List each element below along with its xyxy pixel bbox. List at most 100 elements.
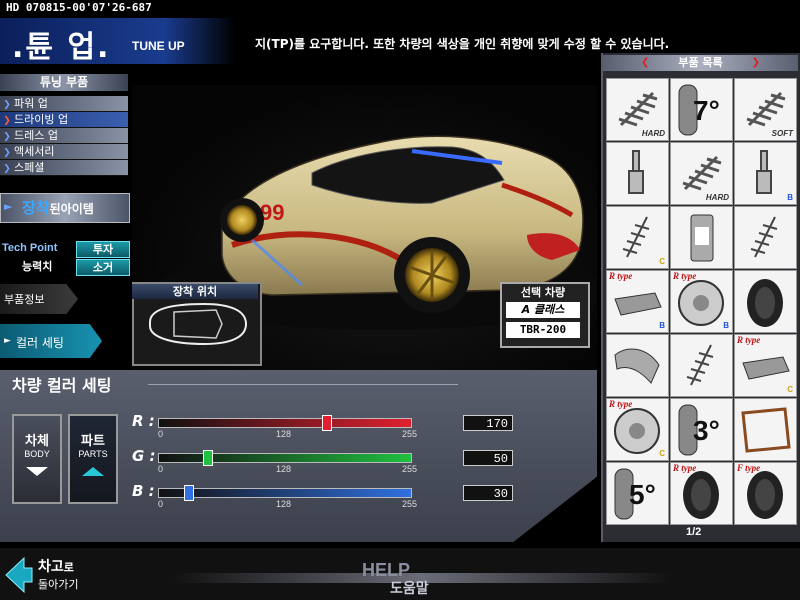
part-cell[interactable]: SOFT <box>734 78 797 141</box>
help-label: 도움말 <box>390 581 429 597</box>
channel-label: G : <box>132 447 156 465</box>
slider-tick-label: 255 <box>402 499 418 509</box>
coilover-icon <box>735 207 796 268</box>
part-cell[interactable] <box>734 270 797 333</box>
menu-item[interactable]: ❯ 파워 업 <box>0 96 128 112</box>
gasket-icon <box>735 399 796 460</box>
car-class: A 클래스 <box>506 302 580 318</box>
part-cell[interactable]: 5° <box>606 462 669 525</box>
brake-caliper-icon <box>607 335 668 396</box>
part-angle-label: 5° <box>629 479 656 510</box>
color-slider-track[interactable] <box>158 453 412 463</box>
car-model: TBR-200 <box>506 322 580 338</box>
slider-tick-label: 0 <box>158 429 164 439</box>
page-subtitle: TUNE UP <box>132 39 185 53</box>
part-cell[interactable]: C <box>606 206 669 269</box>
menu-item[interactable]: ❯ 스페셜 <box>0 160 128 176</box>
tech-ability-label: 능력치 <box>22 260 53 273</box>
back-arrow-icon[interactable] <box>4 556 34 598</box>
color-setting-title: 차량 컬러 세팅 <box>12 376 112 395</box>
brake-fluid-icon <box>671 207 732 268</box>
part-cell[interactable]: R type <box>670 462 733 525</box>
equipped-items-label: 장착된아이템 <box>22 197 94 218</box>
part-class-badge: B <box>723 321 729 330</box>
part-cell[interactable]: F type <box>734 462 797 525</box>
tech-point-label: Tech Point <box>2 242 58 254</box>
back-to-garage-label[interactable]: 차고로 <box>38 556 74 576</box>
menu-item[interactable]: ❯ 드라이빙 업 <box>0 112 128 128</box>
color-slider-handle[interactable] <box>183 485 194 501</box>
shock-absorber-icon <box>607 143 668 204</box>
part-type-label: R type <box>673 463 697 473</box>
part-cell[interactable] <box>606 334 669 397</box>
color-value-field[interactable]: 50 <box>463 450 513 466</box>
part-cell[interactable]: HARD <box>606 78 669 141</box>
part-cell[interactable]: R type C <box>606 398 669 461</box>
color-slider-track[interactable] <box>158 418 412 428</box>
menu-item-label: 파워 업 <box>14 97 48 110</box>
page-indicator: 1/2 <box>686 526 702 538</box>
part-cell[interactable]: R type C <box>734 334 797 397</box>
triangle-down-icon <box>26 467 48 476</box>
part-cell[interactable]: B <box>734 142 797 205</box>
part-cell[interactable] <box>734 398 797 461</box>
part-type-label: R type <box>609 399 633 409</box>
parts-grid: HARD 7° SOFT HARD B C R type B R type B R type C R t… <box>606 78 798 528</box>
menu-item-label: 액세서리 <box>14 145 55 158</box>
part-cell[interactable] <box>734 206 797 269</box>
divider <box>148 384 458 385</box>
next-page-icon[interactable]: ❯ <box>752 55 760 71</box>
chevron-right-icon: ► <box>4 200 13 213</box>
part-cell[interactable] <box>670 206 733 269</box>
parts-label: 파트 <box>81 434 105 449</box>
color-setting-label: 컬러 세팅 <box>16 336 64 350</box>
color-slider-handle[interactable] <box>322 415 332 431</box>
selected-car-title: 선택 차량 <box>520 286 566 299</box>
color-slider-handle[interactable] <box>203 450 214 466</box>
slider-tick-label: 0 <box>158 464 164 474</box>
prev-page-icon[interactable]: ❮ <box>641 55 649 71</box>
channel-label: B : <box>132 482 155 500</box>
part-class-badge: B <box>659 321 665 330</box>
tire-icon <box>735 271 796 332</box>
slider-tick-label: 128 <box>276 429 292 439</box>
equipped-sub: 된아이템 <box>49 202 94 216</box>
part-angle-label: 3° <box>693 415 720 446</box>
menu-item[interactable]: ❯ 드레스 업 <box>0 128 128 144</box>
color-slider-track[interactable] <box>158 488 412 498</box>
slider-tick-label: 255 <box>402 429 418 439</box>
invest-button[interactable]: 투자 <box>76 241 130 258</box>
menu-title: 튜닝 부품 <box>0 74 128 91</box>
part-type-label: R type <box>737 335 761 345</box>
part-cell[interactable] <box>606 142 669 205</box>
part-cell[interactable] <box>670 334 733 397</box>
part-cell[interactable]: R type B <box>606 270 669 333</box>
coilover-icon <box>671 335 732 396</box>
parts-toggle-button[interactable]: 파트 PARTS <box>68 414 118 504</box>
part-class-badge: C <box>787 385 793 394</box>
part-cell[interactable]: HARD <box>670 142 733 205</box>
body-label-en: BODY <box>24 449 50 459</box>
hd-code: HD 070815-00'07'26-687 <box>6 1 152 14</box>
color-value-field[interactable]: 170 <box>463 415 513 431</box>
part-class-badge: C <box>659 449 665 458</box>
slider-tick-label: 128 <box>276 499 292 509</box>
body-label: 차체 <box>25 434 49 449</box>
part-cell[interactable]: 7° <box>670 78 733 141</box>
page-title: .튠 업. <box>12 30 111 65</box>
withdraw-button[interactable]: 소거 <box>76 259 130 276</box>
part-type-label: F type <box>737 463 761 473</box>
color-value-field[interactable]: 30 <box>463 485 513 501</box>
back-label-sub: 돌아가기 <box>38 578 79 591</box>
part-angle-label: 7° <box>693 95 720 126</box>
part-class-badge: B <box>787 193 793 202</box>
mount-position-title: 장착 위치 <box>132 284 258 299</box>
chevron-right-icon: ► <box>4 336 11 346</box>
part-grade-label: HARD <box>705 193 729 202</box>
back-label-suffix: 로 <box>63 561 74 574</box>
body-toggle-button[interactable]: 차체 BODY <box>12 414 62 504</box>
part-cell[interactable]: R type B <box>670 270 733 333</box>
part-cell[interactable]: 3° <box>670 398 733 461</box>
channel-label: R : <box>132 412 155 430</box>
menu-item[interactable]: ❯ 액세서리 <box>0 144 128 160</box>
